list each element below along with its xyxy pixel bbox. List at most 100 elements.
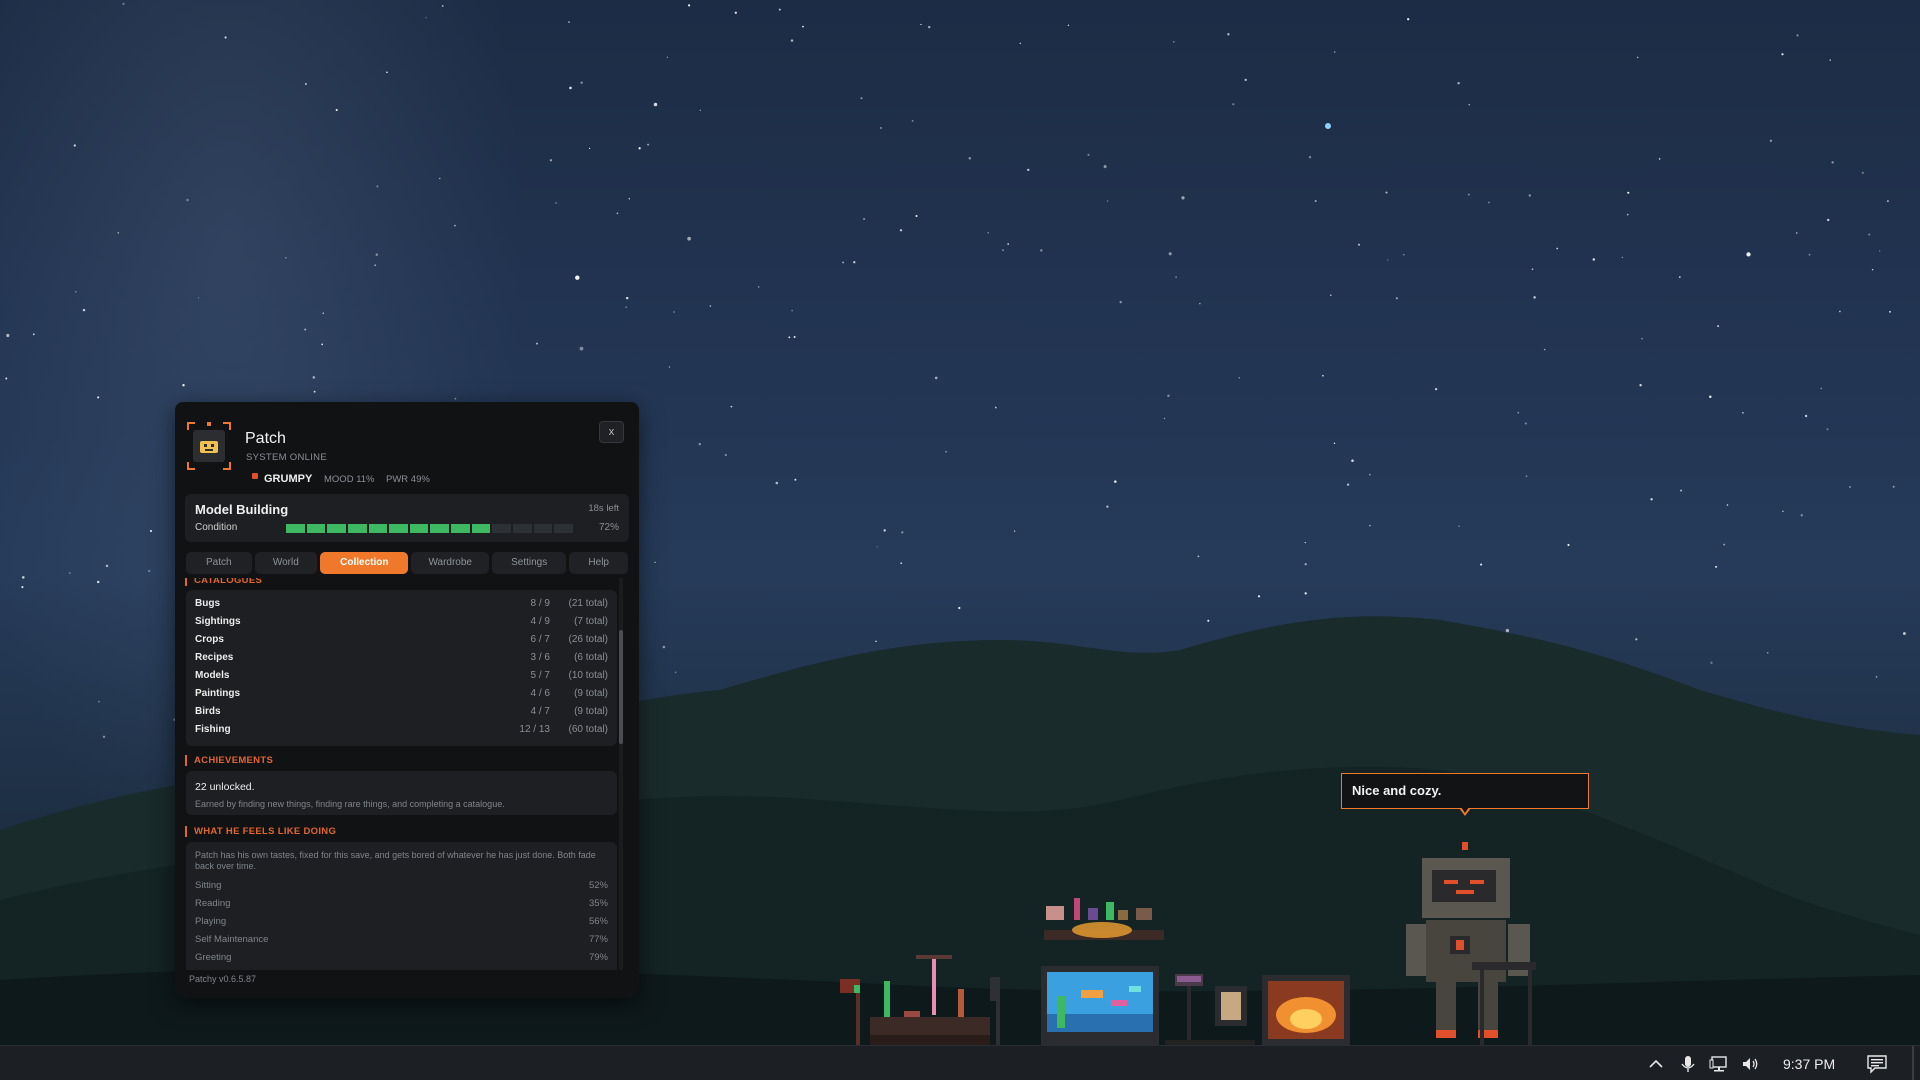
show-desktop-button[interactable] [1912,1046,1914,1080]
star [1726,504,1729,506]
mood-stat: MOOD 11% [324,474,375,485]
notification-icon[interactable] [1866,1054,1888,1074]
star [1804,414,1808,418]
star [386,71,388,74]
star [654,561,656,563]
condition-bar-segment [327,524,346,533]
star [1385,191,1388,194]
catalogue-row[interactable]: Fishing 12 / 13 (60 total) [195,724,608,738]
star [1639,384,1642,387]
star [1040,249,1043,252]
tab-patch[interactable]: Patch [186,552,252,574]
tab-wardrobe[interactable]: Wardrobe [411,552,489,574]
condition-bar-segment [492,524,512,533]
star [1168,252,1172,256]
star [920,23,922,26]
star [5,377,8,380]
star [1369,473,1371,476]
power-stat: PWR 49% [386,474,430,485]
feel-row: Reading 35% [195,898,608,912]
taskbar-clock[interactable]: 9:37 PM [1783,1056,1835,1072]
star [1207,619,1210,622]
catalogue-name: Models [195,670,230,681]
star [1387,259,1389,261]
star [1395,297,1398,300]
catalogue-row[interactable]: Paintings 4 / 6 (9 total) [195,688,608,702]
star [625,296,629,300]
achievements-count: 22 unlocked. [195,781,255,793]
star [1709,395,1712,398]
catalogue-row[interactable]: Recipes 3 / 6 (6 total) [195,652,608,666]
star [1826,428,1829,431]
condition-bar [286,524,573,533]
star [668,366,671,368]
star [1592,258,1596,261]
star [1173,41,1175,43]
star [1517,411,1520,414]
star [1889,310,1891,313]
star [901,531,904,534]
microphone-icon[interactable] [1678,1054,1698,1074]
feel-row: Greeting 79% [195,952,608,966]
star [1304,541,1306,544]
star [69,572,71,574]
star [1795,232,1798,234]
star [653,102,658,107]
catalogue-row[interactable]: Bugs 8 / 9 (21 total) [195,598,608,612]
star [1820,387,1822,390]
star [791,309,793,312]
fireplace[interactable] [1262,975,1350,1045]
catalogue-row[interactable]: Birds 4 / 7 (9 total) [195,706,608,720]
collection-scroll-area[interactable]: CATALOGUES Bugs 8 / 9 (21 total) Sightin… [175,578,639,970]
star [1488,201,1490,204]
feels-heading: WHAT HE FEELS LIKE DOING [185,826,336,837]
model-building-desk[interactable] [1044,894,1164,944]
star [102,735,106,738]
star [1678,276,1681,279]
catalogue-row[interactable]: Models 5 / 7 (10 total) [195,670,608,684]
easel[interactable] [1165,970,1255,1045]
star [1314,199,1317,203]
feel-value: 35% [588,898,608,909]
star [312,376,316,379]
tab-help[interactable]: Help [569,552,629,574]
star [666,56,669,58]
feel-value: 56% [588,916,608,927]
star [569,86,572,90]
star [32,333,35,336]
star [1626,213,1629,216]
catalogue-name: Fishing [195,724,231,735]
catalogue-count: 5 / 7 [530,670,550,681]
star [1567,543,1570,547]
star [734,11,737,14]
tab-collection[interactable]: Collection [320,552,409,574]
speech-bubble-tail-inner [1461,807,1469,813]
star [1531,268,1534,271]
condition-bar-segment [306,524,326,533]
chevron-up-icon[interactable] [1646,1054,1666,1074]
star [1458,525,1460,528]
catalogue-row[interactable]: Sightings 4 / 9 (7 total) [195,616,608,630]
star [1114,480,1117,483]
star [1902,632,1906,635]
star [568,21,570,24]
close-button[interactable]: x [599,421,624,443]
star [900,562,902,564]
plant-table[interactable] [840,955,1000,1045]
network-icon[interactable] [1709,1054,1729,1074]
fish-tank[interactable] [1041,966,1159,1045]
catalogue-row[interactable]: Crops 6 / 7 (26 total) [195,634,608,648]
star [911,120,914,122]
condition-bar-segment [451,524,470,533]
star [1746,252,1751,257]
scrollbar-thumb[interactable] [619,630,623,744]
volume-icon[interactable] [1741,1054,1761,1074]
patch-robot[interactable] [1396,842,1540,1045]
star [875,640,877,643]
star [674,671,677,674]
catalogue-count: 6 / 7 [530,634,550,645]
star [322,312,324,314]
star [1333,51,1336,53]
tab-world[interactable]: World [254,552,318,574]
tab-settings[interactable]: Settings [491,552,567,574]
